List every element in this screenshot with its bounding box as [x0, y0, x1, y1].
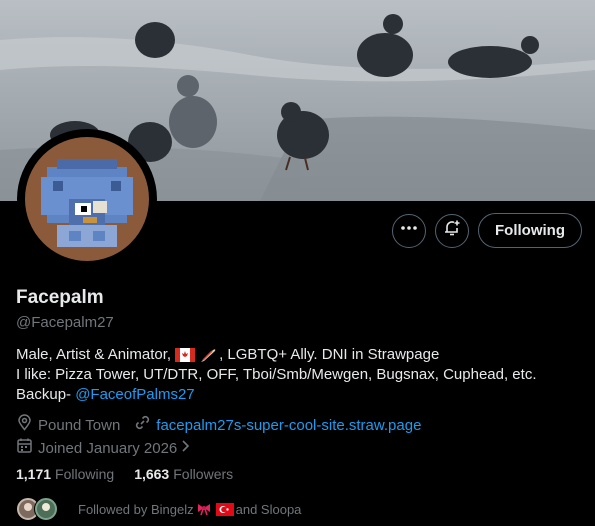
following-button[interactable]: Following — [478, 213, 582, 248]
profile-avatar[interactable] — [17, 129, 157, 269]
profile-bio: Male, Artist & Animator, , LGBTQ+ Ally. … — [16, 345, 586, 405]
website-link[interactable]: facepalm27s-super-cool-site.straw.page — [156, 415, 421, 436]
profile-actions: Following — [392, 213, 582, 248]
location-text: Pound Town — [38, 417, 121, 434]
display-name: Facepalm — [16, 287, 104, 308]
more-button[interactable] — [392, 213, 427, 248]
bio-line-1: Male, Artist & Animator, , LGBTQ+ Ally. … — [16, 345, 586, 365]
followed-by-suffix: and Sloopa — [235, 501, 302, 517]
feather-icon — [199, 347, 217, 363]
follow-stats: 1,171 Following 1,663 Followers — [16, 466, 233, 482]
calendar-icon — [16, 437, 38, 460]
joined-date[interactable]: Joined January 2026 — [16, 437, 196, 460]
profile-meta: Pound Town facepalm27s-super-cool-site.s… — [16, 414, 435, 460]
notifications-button[interactable] — [435, 213, 470, 248]
location-icon — [16, 414, 38, 437]
followed-by[interactable]: Followed by Bingelz and Sloopa — [16, 497, 301, 521]
link-icon — [134, 414, 156, 437]
backup-account-link[interactable]: @FaceofPalms27 — [75, 385, 194, 405]
followed-by-text: Followed by Bingelz — [78, 501, 194, 517]
canada-flag-icon — [175, 348, 196, 362]
turkey-flag-icon — [215, 502, 234, 516]
chevron-right-icon — [181, 438, 196, 459]
bio-text: Male, Artist & Animator, — [16, 346, 172, 363]
following-count-link[interactable]: 1,171 Following — [16, 466, 114, 482]
user-handle: @Facepalm27 — [16, 314, 114, 331]
ribbon-icon — [196, 502, 212, 516]
joined-text: Joined January 2026 — [38, 440, 178, 457]
location: Pound Town — [16, 414, 120, 437]
followers-count-link[interactable]: 1,663 Followers — [134, 466, 233, 482]
more-icon — [400, 219, 418, 242]
bio-line-3: Backup- @FaceofPalms27 — [16, 385, 586, 405]
bio-text: Backup- — [16, 386, 72, 403]
bell-plus-icon — [443, 219, 461, 242]
bio-text: , LGBTQ+ Ally. DNI in Strawpage — [219, 346, 440, 363]
follower-avatar-2 — [34, 497, 58, 521]
bio-line-2: I like: Pizza Tower, UT/DTR, OFF, Tboi/S… — [16, 366, 537, 383]
website[interactable]: facepalm27s-super-cool-site.straw.page — [134, 414, 421, 437]
